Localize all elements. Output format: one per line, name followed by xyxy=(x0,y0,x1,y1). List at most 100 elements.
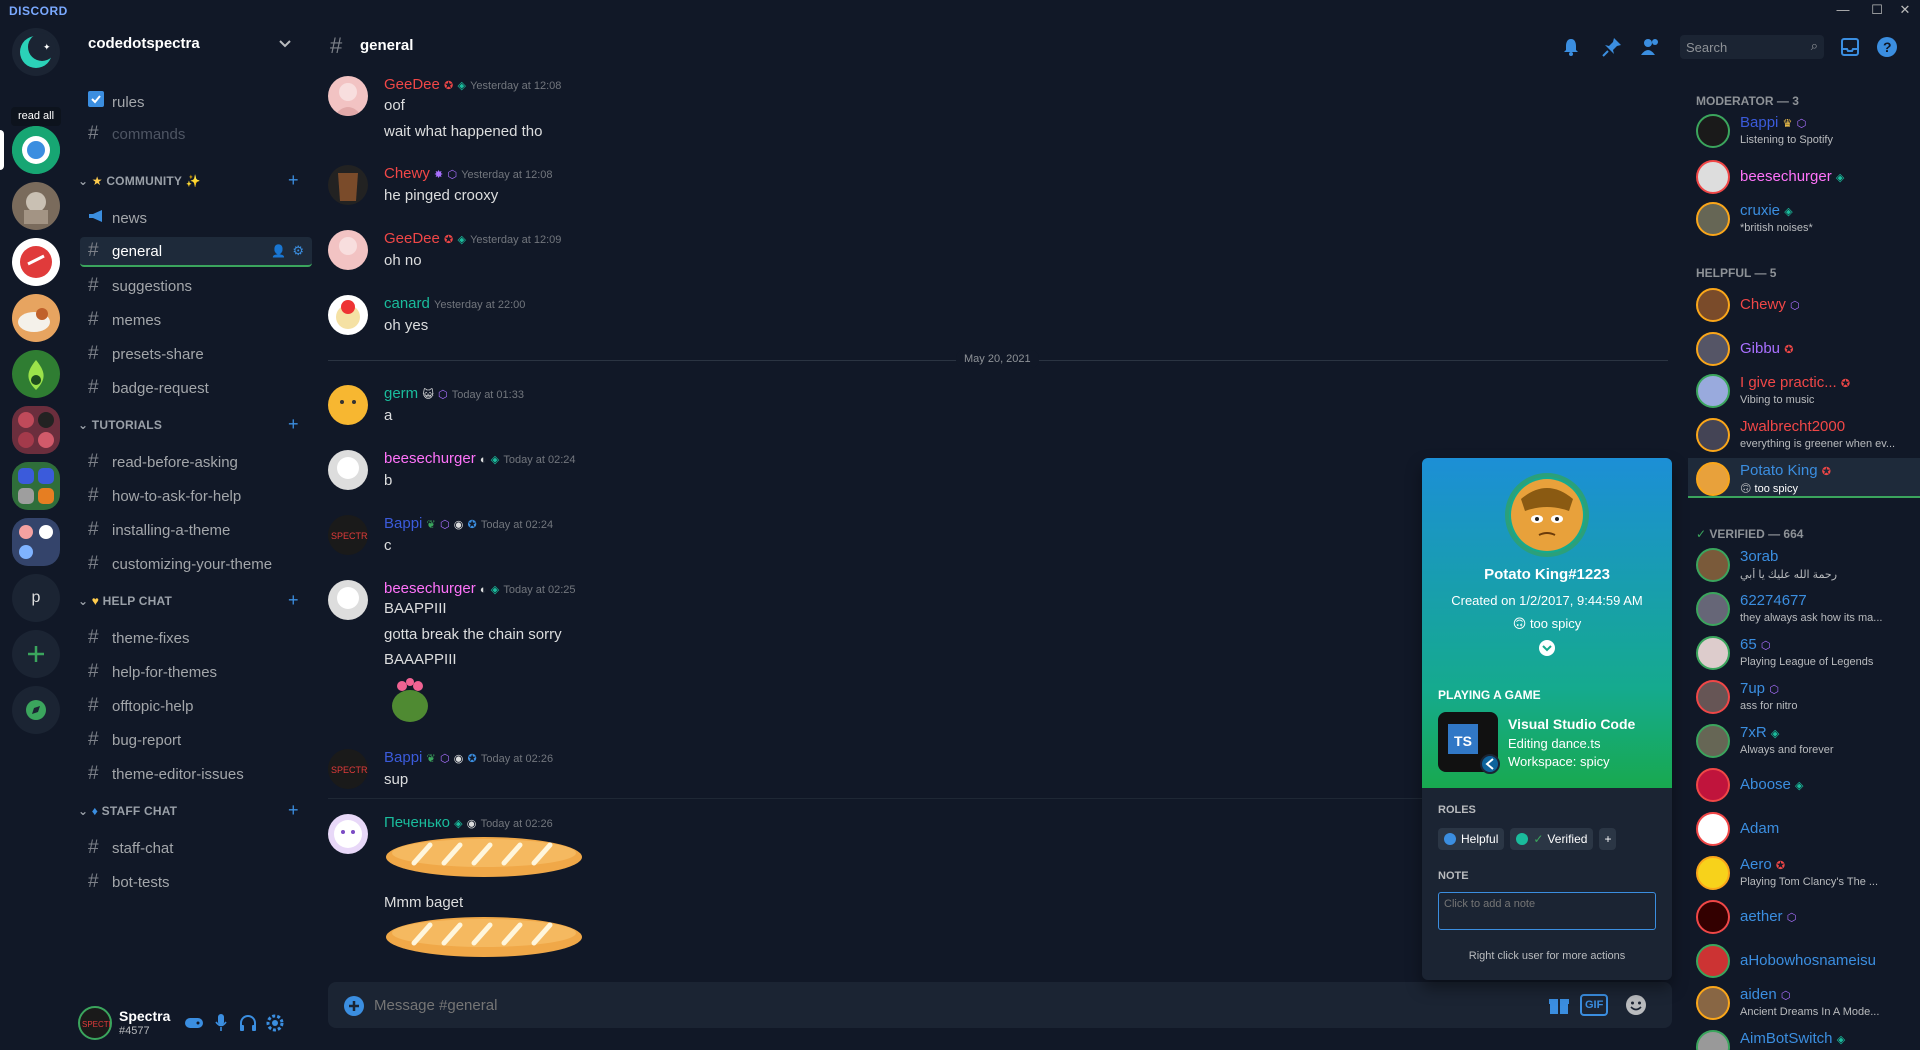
create-channel-icon[interactable]: + xyxy=(288,590,299,611)
category-staff-chat[interactable]: ⌄ ♦ STAFF CHAT xyxy=(78,804,258,818)
channel-help-for-themes[interactable]: # help-for-themes xyxy=(80,657,312,687)
add-server-button[interactable] xyxy=(12,630,60,678)
member-item-selected[interactable]: Potato King ✪ 🙃 too spicy xyxy=(1688,458,1920,498)
close-icon[interactable]: ✕ xyxy=(1894,2,1916,20)
avatar[interactable]: SPECTRA xyxy=(78,1006,120,1040)
category-community[interactable]: ⌄ ★ COMMUNITY ✨ xyxy=(78,174,258,188)
member-item[interactable]: Aboose ◈ xyxy=(1688,764,1920,804)
member-item[interactable]: aether ⬡ xyxy=(1688,896,1920,936)
member-item[interactable]: aiden ⬡ Ancient Dreams In A Mode... xyxy=(1688,982,1920,1022)
emoji-icon[interactable] xyxy=(1624,993,1648,1017)
pin-icon[interactable] xyxy=(1602,37,1622,57)
channel-commands[interactable]: # commands xyxy=(80,119,312,149)
channel-read-before-asking[interactable]: # read-before-asking xyxy=(80,447,312,477)
chevron-down-icon[interactable] xyxy=(278,39,292,49)
channel-news[interactable]: news xyxy=(80,203,312,233)
server-2[interactable] xyxy=(12,182,60,230)
settings-gear-icon[interactable] xyxy=(265,1013,285,1033)
member-item[interactable]: 7xR ◈ Always and forever xyxy=(1688,720,1920,760)
member-item[interactable]: Aero ✪ Playing Tom Clancy's The ... xyxy=(1688,852,1920,892)
channel-presets-share[interactable]: # presets-share xyxy=(80,339,312,369)
gif-button[interactable]: GIF xyxy=(1580,994,1609,1016)
channel-how-to-ask-for-help[interactable]: # how-to-ask-for-help xyxy=(80,481,312,511)
member-item[interactable]: Gibbu ✪ xyxy=(1688,328,1920,368)
member-item[interactable]: Chewy ⬡ xyxy=(1688,284,1920,324)
member-item[interactable]: 7up ⬡ ass for nitro xyxy=(1688,676,1920,716)
category-tutorials[interactable]: ⌄ TUTORIALS xyxy=(78,418,258,432)
upload-plus-icon[interactable] xyxy=(342,994,366,1018)
gift-icon[interactable] xyxy=(1548,994,1570,1016)
popout-avatar[interactable] xyxy=(1505,473,1589,557)
maximize-icon[interactable]: ☐ xyxy=(1866,2,1888,20)
server-3[interactable] xyxy=(12,238,60,286)
message-input[interactable] xyxy=(374,992,1274,1018)
server-5[interactable] xyxy=(12,350,60,398)
headphones-icon[interactable] xyxy=(238,1013,258,1033)
guild-name[interactable]: codedotspectra xyxy=(88,35,200,52)
channel-installing-a-theme[interactable]: # installing-a-theme xyxy=(80,515,312,545)
role-helpful[interactable]: Helpful xyxy=(1438,828,1505,850)
create-channel-icon[interactable]: + xyxy=(288,170,299,191)
avatar[interactable] xyxy=(328,814,368,854)
member-item[interactable]: Jwalbrecht2000 everything is greener when… xyxy=(1688,414,1920,454)
member-item[interactable]: Bappi ♛ ⬡ Listening to Spotify xyxy=(1688,110,1920,150)
minimize-icon[interactable]: — xyxy=(1832,2,1854,20)
avatar[interactable] xyxy=(328,76,368,116)
member-list-icon[interactable] xyxy=(1640,37,1662,57)
add-role-button[interactable]: + xyxy=(1599,828,1617,850)
member-item[interactable]: aHobowhosnameisu xyxy=(1688,940,1920,980)
help-icon[interactable]: ? xyxy=(1876,36,1898,58)
avatar[interactable] xyxy=(328,580,368,620)
server-4[interactable] xyxy=(12,294,60,342)
role-verified[interactable]: ✓ Verified xyxy=(1510,828,1594,850)
member-item[interactable]: Adam xyxy=(1688,808,1920,848)
create-channel-icon[interactable]: + xyxy=(288,800,299,821)
server-codedotspectra[interactable] xyxy=(12,126,60,174)
gamepad-icon[interactable] xyxy=(184,1016,204,1030)
invite-icon[interactable]: 👤 xyxy=(271,244,286,258)
channel-suggestions[interactable]: # suggestions xyxy=(80,271,312,301)
channel-offtopic-help[interactable]: # offtopic-help xyxy=(80,691,312,721)
server-folder-1[interactable] xyxy=(12,406,60,454)
member-item[interactable]: cruxie ◈ *british noises* xyxy=(1688,198,1920,238)
member-item[interactable]: 3orab رحمة الله عليك يا أبي xyxy=(1688,544,1920,584)
bell-icon[interactable] xyxy=(1562,37,1580,57)
avatar[interactable]: SPECTRA xyxy=(328,749,368,789)
channel-rules[interactable]: rules xyxy=(80,87,312,117)
channel-theme-fixes[interactable]: # theme-fixes xyxy=(80,623,312,653)
avatar[interactable] xyxy=(328,450,368,490)
channel-staff-chat[interactable]: # staff-chat xyxy=(80,833,312,863)
create-channel-icon[interactable]: + xyxy=(288,414,299,435)
chevron-down-icon[interactable] xyxy=(1539,640,1555,656)
explore-servers-button[interactable] xyxy=(12,686,60,734)
read-all-button[interactable]: read all xyxy=(11,107,61,126)
dm-p[interactable]: p xyxy=(12,574,60,622)
server-folder-3[interactable] xyxy=(12,518,60,566)
server-folder-2[interactable] xyxy=(12,462,60,510)
gear-icon[interactable]: ⚙ xyxy=(292,243,304,259)
member-item[interactable]: I give practic... ✪ Vibing to music xyxy=(1688,370,1920,410)
channel-badge-request[interactable]: # badge-request xyxy=(80,373,312,403)
avatar[interactable] xyxy=(328,230,368,270)
avatar[interactable]: SPECTRA xyxy=(328,515,368,555)
search-input[interactable]: Search ⌕ xyxy=(1680,35,1824,59)
channel-customizing-your-theme[interactable]: # customizing-your-theme xyxy=(80,549,312,579)
category-help-chat[interactable]: ⌄ ♥ HELP CHAT xyxy=(78,594,258,608)
channel-theme-editor-issues[interactable]: # theme-editor-issues xyxy=(80,759,312,789)
avatar[interactable] xyxy=(328,165,368,205)
activity-detail: Editing dance.ts xyxy=(1508,736,1601,751)
inbox-icon[interactable] xyxy=(1840,37,1860,57)
member-item[interactable]: 62274677 they always ask how its ma... xyxy=(1688,588,1920,628)
avatar[interactable] xyxy=(328,385,368,425)
channel-bug-report[interactable]: # bug-report xyxy=(80,725,312,755)
member-item[interactable]: beesechurger ◈ xyxy=(1688,156,1920,196)
member-item[interactable]: 65 ⬡ Playing League of Legends xyxy=(1688,632,1920,672)
channel-memes[interactable]: # memes xyxy=(80,305,312,335)
note-input[interactable] xyxy=(1438,892,1656,930)
avatar[interactable] xyxy=(328,295,368,335)
home-button[interactable]: ✦ xyxy=(12,28,60,76)
member-item[interactable]: AimBotSwitch ◈ xyxy=(1688,1026,1920,1050)
microphone-icon[interactable] xyxy=(214,1013,228,1033)
channel-general[interactable]: # general 👤 ⚙ xyxy=(80,237,312,267)
channel-bot-tests[interactable]: # bot-tests xyxy=(80,867,312,897)
